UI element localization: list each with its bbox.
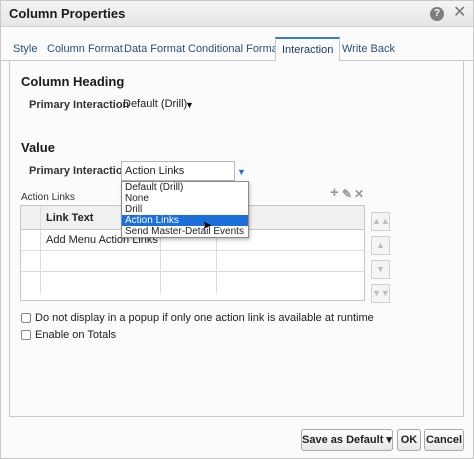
tab-write-back[interactable]: Write Back	[342, 37, 395, 61]
row-selector[interactable]	[21, 230, 41, 250]
tab-style[interactable]: Style	[13, 37, 37, 61]
ok-button[interactable]: OK	[397, 429, 421, 451]
tab-conditional-format[interactable]: Conditional Format	[188, 37, 281, 61]
enable-totals-label: Enable on Totals	[35, 329, 117, 341]
no-popup-checkbox[interactable]	[21, 313, 31, 323]
row-selector[interactable]	[21, 272, 41, 293]
chevron-down-icon[interactable]: ▼	[237, 167, 246, 177]
save-as-default-button[interactable]: Save as Default ▾	[301, 429, 393, 451]
move-down-button[interactable]: ▼	[371, 260, 390, 279]
heading-primary-interaction-label: Primary Interaction	[29, 99, 130, 111]
value-primary-interaction-label: Primary Interaction	[29, 165, 130, 177]
value-primary-interaction-select[interactable]: Action Links	[121, 161, 235, 181]
dropdown-option-drill[interactable]: Drill	[122, 204, 248, 215]
tab-column-format[interactable]: Column Format	[47, 37, 123, 61]
title-bar: Column Properties ? ✕	[1, 1, 473, 27]
dialog-title: Column Properties	[9, 6, 126, 21]
tab-data-format[interactable]: Data Format	[124, 37, 185, 61]
move-up-button[interactable]: ▲	[371, 236, 390, 255]
heading-primary-interaction-select[interactable]: Default (Drill)	[120, 95, 195, 115]
table-cell[interactable]	[41, 251, 161, 271]
dropdown-option-default-drill[interactable]: Default (Drill)	[122, 182, 248, 193]
value-primary-interaction-value: Action Links	[125, 165, 185, 177]
close-icon[interactable]: ✕	[453, 4, 466, 22]
column-heading-title: Column Heading	[21, 74, 125, 89]
table-cell[interactable]	[161, 251, 217, 271]
add-icon[interactable]: +	[330, 184, 339, 201]
dropdown-option-none[interactable]: None	[122, 193, 248, 204]
help-icon[interactable]: ?	[430, 7, 444, 21]
table-row[interactable]	[21, 272, 364, 293]
value-title: Value	[21, 140, 55, 155]
dropdown-option-send-master-detail-events[interactable]: Send Master-Detail Events	[122, 226, 248, 237]
chevron-down-icon[interactable]: ▼	[185, 100, 194, 110]
primary-interaction-dropdown: Default (Drill) None Drill Action Links …	[121, 181, 249, 238]
table-row[interactable]	[21, 251, 364, 272]
heading-primary-interaction-value: Default (Drill)	[123, 98, 188, 110]
table-cell[interactable]	[217, 251, 364, 271]
tab-interaction[interactable]: Interaction	[275, 37, 341, 62]
action-links-label: Action Links	[21, 192, 75, 203]
row-selector[interactable]	[21, 251, 41, 271]
move-bottom-button[interactable]: ▼▼	[371, 284, 390, 303]
row-selector-header	[21, 206, 41, 229]
no-popup-label: Do not display in a popup if only one ac…	[35, 312, 374, 324]
cancel-button[interactable]: Cancel	[424, 429, 464, 451]
mouse-cursor-icon: ➤	[202, 218, 213, 232]
edit-icon[interactable]: ✎	[342, 187, 352, 201]
table-cell[interactable]	[161, 272, 217, 293]
table-cell[interactable]	[217, 272, 364, 293]
dropdown-option-action-links[interactable]: Action Links	[122, 215, 248, 226]
delete-icon[interactable]: ✕	[354, 187, 364, 201]
move-top-button[interactable]: ▲▲	[371, 212, 390, 231]
table-cell[interactable]	[41, 272, 161, 293]
enable-totals-checkbox[interactable]	[21, 330, 31, 340]
column-properties-dialog: Column Properties ? ✕ Style Column Forma…	[0, 0, 474, 459]
tab-bar: Style Column Format Data Format Conditio…	[1, 37, 473, 62]
